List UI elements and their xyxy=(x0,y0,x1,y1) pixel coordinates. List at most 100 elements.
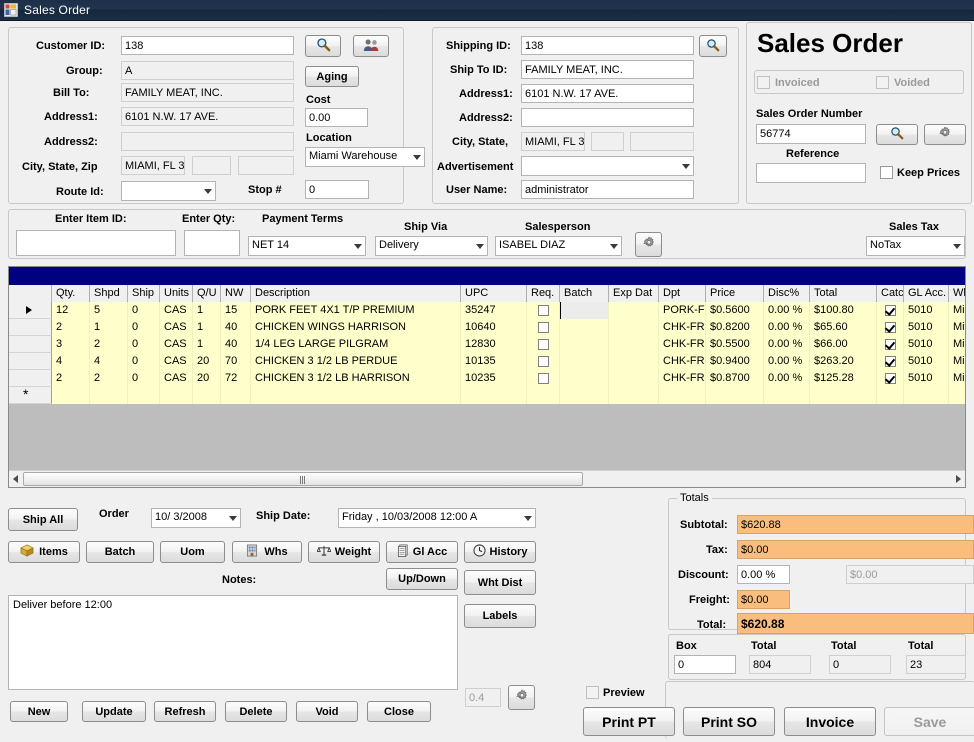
new-cell-shpd[interactable] xyxy=(90,387,128,404)
cell-wh[interactable]: Mia xyxy=(949,319,965,336)
checkbox-catc[interactable] xyxy=(885,339,896,350)
cell-units[interactable]: CAS xyxy=(160,370,193,387)
bill-to-field[interactable]: FAMILY MEAT, INC. xyxy=(121,83,294,102)
cell-gl-acc[interactable]: 5010 xyxy=(904,370,949,387)
cell-dpt[interactable]: PORK-F xyxy=(659,302,706,319)
ship-all-button[interactable]: Ship All xyxy=(8,508,78,531)
customer-id-field[interactable]: 138 xyxy=(121,36,294,55)
cell-description[interactable]: 1/4 LEG LARGE PILGRAM xyxy=(251,336,461,353)
row-selector[interactable] xyxy=(9,353,52,370)
new-row-selector[interactable]: * xyxy=(9,386,52,404)
customer-search-button[interactable] xyxy=(305,35,341,57)
up-down-button[interactable]: Up/Down xyxy=(386,568,458,590)
enter-item-id-input[interactable] xyxy=(16,230,176,256)
cell-ship[interactable]: 0 xyxy=(128,319,160,336)
new-cell-disc[interactable] xyxy=(764,387,810,404)
order-date-picker[interactable]: 10/ 3/2008 xyxy=(151,508,241,528)
cell-wh[interactable]: Mia xyxy=(949,336,965,353)
box-count-field[interactable]: 0 xyxy=(674,655,736,674)
new-cell-total[interactable] xyxy=(810,387,877,404)
cell-qu[interactable]: 20 xyxy=(193,370,221,387)
group-field[interactable]: A xyxy=(121,61,294,80)
cell-exp-dat[interactable] xyxy=(609,370,659,387)
table-row[interactable]: 4 4 0 CAS 20 70 CHICKEN 3 1/2 LB PERDUE 10135 CH… xyxy=(9,353,965,370)
ship-city-field[interactable]: MIAMI, FL 3 xyxy=(521,132,585,151)
checkbox-catc[interactable] xyxy=(885,322,896,333)
checkbox-req[interactable] xyxy=(538,356,549,367)
cell-total[interactable]: $263.20 xyxy=(810,353,877,370)
checkbox-req[interactable] xyxy=(538,322,549,333)
line-items-grid[interactable]: Qty. Shpd Ship Units Q/U NW Description UPC Req.… xyxy=(8,266,966,488)
weight-button[interactable]: Weight xyxy=(308,541,380,563)
table-row[interactable]: 2 2 0 CAS 20 72 CHICKEN 3 1/2 LB HARRISON 10235… xyxy=(9,370,965,387)
refresh-button[interactable]: Refresh xyxy=(154,701,216,722)
cell-req[interactable] xyxy=(527,370,560,387)
cell-ship[interactable]: 0 xyxy=(128,302,160,319)
history-button[interactable]: History xyxy=(464,541,536,563)
uom-button[interactable]: Uom xyxy=(160,541,225,563)
cell-req[interactable] xyxy=(527,353,560,370)
cell-price[interactable]: $0.8700 xyxy=(706,370,764,387)
scrollbar-thumb[interactable] xyxy=(23,472,583,486)
cell-ship[interactable]: 0 xyxy=(128,370,160,387)
void-button[interactable]: Void xyxy=(296,701,358,722)
cell-dpt[interactable]: CHK-FR xyxy=(659,353,706,370)
ship-address1-field[interactable]: 6101 N.W. 17 AVE. xyxy=(521,84,694,103)
advertisement-combo[interactable] xyxy=(521,156,694,176)
cell-units[interactable]: CAS xyxy=(160,353,193,370)
cell-units[interactable]: CAS xyxy=(160,302,193,319)
cell-nw[interactable]: 70 xyxy=(221,353,251,370)
delete-button[interactable]: Delete xyxy=(225,701,287,722)
cell-wh[interactable]: Mia xyxy=(949,370,965,387)
cell-qu[interactable]: 20 xyxy=(193,353,221,370)
cell-upc[interactable]: 10135 xyxy=(461,353,527,370)
cell-price[interactable]: $0.8200 xyxy=(706,319,764,336)
small-numeric-field[interactable]: 0.4 xyxy=(465,688,501,707)
new-row[interactable]: * xyxy=(9,386,965,404)
cell-qu[interactable]: 1 xyxy=(193,336,221,353)
cell-description[interactable]: CHICKEN 3 1/2 LB PERDUE xyxy=(251,353,461,370)
shipping-id-field[interactable]: 138 xyxy=(521,36,694,55)
grid-column-header-total[interactable]: Total xyxy=(810,285,877,302)
cell-dpt[interactable]: CHK-FR xyxy=(659,319,706,336)
customer-list-button[interactable] xyxy=(353,35,389,57)
voided-checkbox[interactable] xyxy=(876,76,889,89)
cell-upc[interactable]: 10640 xyxy=(461,319,527,336)
cell-total[interactable]: $65.60 xyxy=(810,319,877,336)
cell-description[interactable]: CHICKEN WINGS HARRISON xyxy=(251,319,461,336)
grid-column-header-price[interactable]: Price xyxy=(706,285,764,302)
invoice-button[interactable]: Invoice xyxy=(784,707,876,736)
sales-tax-combo[interactable]: NoTax xyxy=(866,236,965,256)
row-selector[interactable] xyxy=(9,336,52,353)
scroll-left-arrow-icon[interactable] xyxy=(13,475,18,483)
batch-button[interactable]: Batch xyxy=(86,541,154,563)
cell-qty[interactable]: 2 xyxy=(52,319,90,336)
cell-exp-dat[interactable] xyxy=(609,319,659,336)
cell-exp-dat[interactable] xyxy=(609,302,659,319)
location-combo[interactable]: Miami Warehouse xyxy=(305,147,425,167)
cell-price[interactable]: $0.9400 xyxy=(706,353,764,370)
cell-req[interactable] xyxy=(527,336,560,353)
salesperson-settings-button[interactable] xyxy=(635,232,662,257)
new-button[interactable]: New xyxy=(10,701,68,722)
cell-total[interactable]: $100.80 xyxy=(810,302,877,319)
cell-disc[interactable]: 0.00 % xyxy=(764,353,810,370)
cell-gl-acc[interactable]: 5010 xyxy=(904,336,949,353)
grid-column-header-qu[interactable]: Q/U xyxy=(193,285,221,302)
cell-disc[interactable]: 0.00 % xyxy=(764,319,810,336)
state-field[interactable] xyxy=(192,156,231,175)
cell-shpd[interactable]: 1 xyxy=(90,319,128,336)
new-cell-batch[interactable] xyxy=(560,387,609,404)
cell-wh[interactable]: Mia xyxy=(949,353,965,370)
salesperson-combo[interactable]: ISABEL DIAZ xyxy=(495,236,622,256)
update-button[interactable]: Update xyxy=(82,701,146,722)
preview-checkbox[interactable] xyxy=(586,686,599,699)
cell-dpt[interactable]: CHK-FR xyxy=(659,336,706,353)
notes-textarea[interactable]: Deliver before 12:00 xyxy=(8,595,458,690)
address1-field[interactable]: 6101 N.W. 17 AVE. xyxy=(121,107,294,126)
cell-qty[interactable]: 3 xyxy=(52,336,90,353)
grid-column-header-disc[interactable]: Disc% xyxy=(764,285,810,302)
grid-column-header-upc[interactable]: UPC xyxy=(461,285,527,302)
grid-column-header-exp-dat[interactable]: Exp Dat xyxy=(609,285,659,302)
ship-to-id-field[interactable]: FAMILY MEAT, INC. xyxy=(521,60,694,79)
